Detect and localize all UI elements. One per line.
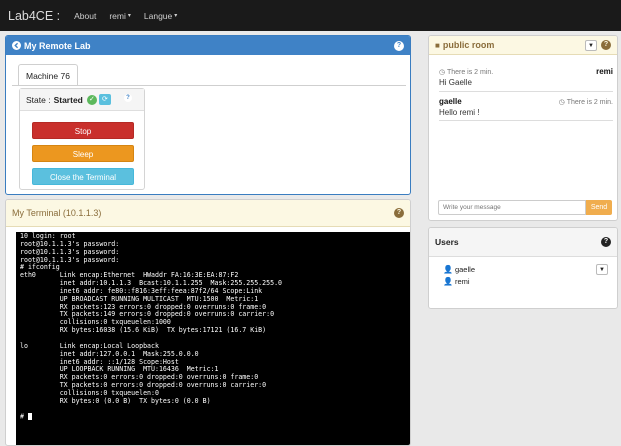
state-label: State : (26, 94, 51, 105)
close-terminal-button[interactable]: Close the Terminal (32, 168, 134, 185)
message-author: gaelle (439, 97, 462, 106)
terminal-line: RX bytes:16038 (15.6 KiB) TX bytes:17121… (20, 326, 267, 335)
message-author: remi (596, 67, 613, 76)
nav-about[interactable]: About (74, 11, 96, 21)
help-icon[interactable]: ? (601, 40, 611, 50)
caret-down-icon: ▾ (127, 13, 131, 19)
user-icon: 👤 (443, 265, 453, 274)
users-title: Users (435, 237, 459, 247)
terminal-line: RX bytes:0 (0.0 B) TX bytes:0 (0.0 B) (20, 396, 211, 405)
user-list-item[interactable]: 👤 gaelle (443, 265, 475, 274)
message-time: There is 2 min. (446, 68, 494, 76)
top-navbar: Lab4CE : About remi ▾ Langue ▾ (0, 0, 621, 31)
public-room-panel: ■ public room ▼ ? ◷ There is 2 min. remi… (428, 35, 618, 221)
users-panel: Users ? 👤 gaelle 👤 remi ▼ (428, 227, 618, 309)
send-button[interactable]: Send (586, 200, 612, 215)
chat-compose: Send (428, 197, 618, 217)
terminal-header: My Terminal (10.1.1.3) ? (6, 200, 410, 227)
help-icon[interactable]: ? (394, 208, 404, 218)
stop-button[interactable]: Stop (32, 122, 134, 139)
check-icon: ✓ (86, 94, 97, 105)
nav-user-menu[interactable]: remi ▾ (109, 11, 131, 21)
terminal-line: # (20, 413, 407, 421)
machine-control-box: State : Started ✓ ⟳ ? Stop Sleep Close t… (19, 88, 145, 190)
chevron-down-icon[interactable]: ▼ (596, 264, 608, 275)
remote-lab-header: My Remote Lab ? (6, 36, 410, 55)
back-arrow-icon[interactable] (12, 41, 21, 50)
tab-divider (12, 85, 406, 86)
help-icon[interactable]: ? (394, 40, 404, 51)
users-header: Users ? (429, 228, 617, 257)
state-value: Started (53, 94, 83, 105)
remote-lab-panel: My Remote Lab ? Machine 76 State : Start… (5, 35, 411, 195)
public-room-header: ■ public room ▼ ? (429, 36, 617, 55)
chat-message-input[interactable] (438, 200, 586, 215)
terminal-line: root@10.1.1.3's password: (20, 255, 120, 264)
message-divider (439, 91, 613, 92)
chevron-down-icon[interactable]: ▼ (585, 39, 597, 51)
terminal-cursor (27, 413, 32, 421)
nav-language-menu[interactable]: Langue ▾ (144, 11, 177, 21)
user-list-item[interactable]: 👤 remi (443, 277, 470, 286)
message-text: Hi Gaelle (439, 78, 472, 87)
clock-icon: ◷ (439, 68, 446, 76)
message-text: Hello remi ! (439, 108, 480, 117)
brand-title[interactable]: Lab4CE : (8, 9, 60, 23)
user-name: gaelle (454, 265, 475, 274)
tab-machine[interactable]: Machine 76 (18, 64, 78, 86)
user-icon: 👤 (443, 277, 453, 286)
help-icon[interactable]: ? (124, 94, 132, 102)
refresh-icon[interactable]: ⟳ (98, 94, 111, 105)
chat-icon: ■ (435, 40, 440, 50)
sleep-button[interactable]: Sleep (32, 145, 134, 162)
terminal-lines: 10 login: root root@10.1.1.3's password: r… (20, 232, 407, 422)
terminal-panel: My Terminal (10.1.1.3) ? 10 login: root r… (5, 199, 411, 446)
terminal-output[interactable]: 10 login: root root@10.1.1.3's password: r… (16, 232, 410, 445)
message-time: There is 2 min. (566, 98, 613, 106)
user-name: remi (454, 277, 470, 286)
help-icon[interactable]: ? (601, 237, 611, 247)
clock-icon: ◷ (558, 98, 565, 106)
chat-message: ◷ There is 2 min. remi Hi Gaelle (439, 67, 613, 87)
chat-message: gaelle ◷ There is 2 min. Hello remi ! (439, 97, 613, 117)
public-room-title: public room (442, 40, 495, 50)
remote-lab-title: My Remote Lab (24, 40, 91, 51)
message-divider (439, 120, 613, 121)
terminal-title: My Terminal (10.1.1.3) (12, 208, 102, 218)
caret-down-icon: ▾ (174, 13, 178, 19)
